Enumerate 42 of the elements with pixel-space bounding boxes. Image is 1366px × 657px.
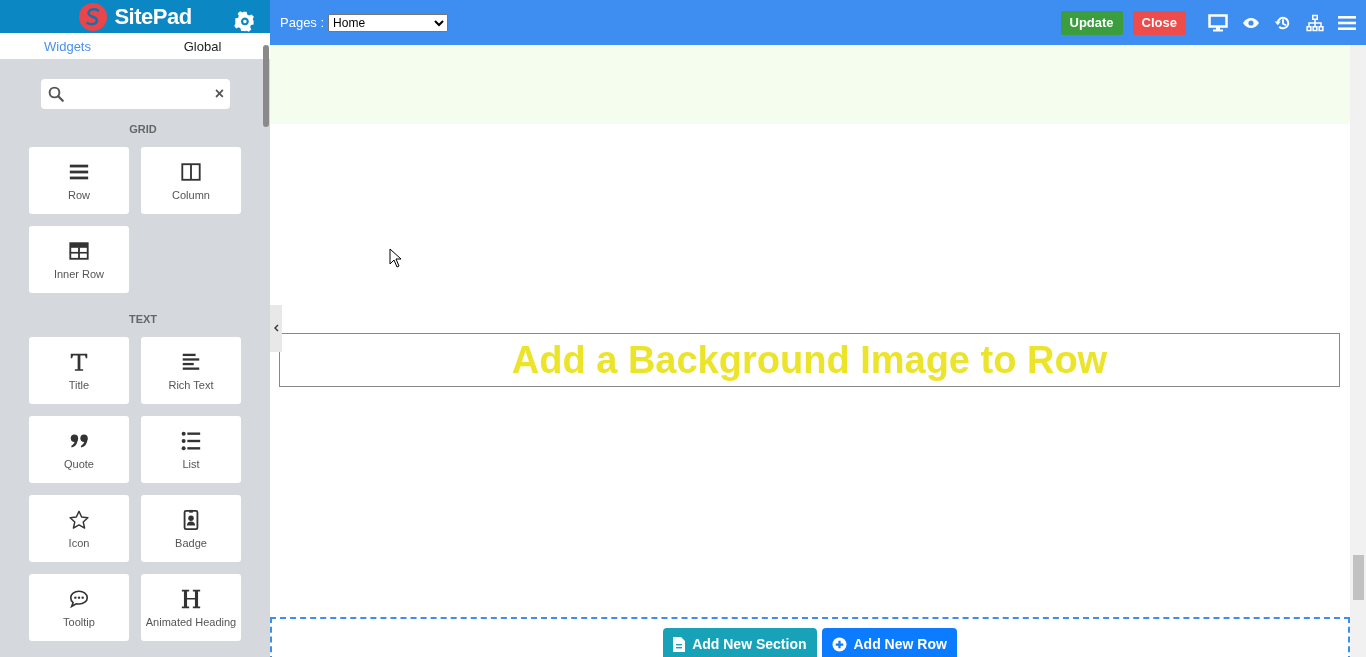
search-icon: [47, 85, 65, 103]
widget-card[interactable]: Rich Text: [141, 337, 241, 404]
widget-card[interactable]: Inner Row: [29, 226, 129, 293]
settings-icon[interactable]: [234, 11, 256, 33]
star-icon: [68, 508, 90, 531]
widget-card[interactable]: List: [141, 416, 241, 483]
group-heading: TEXT: [127, 313, 159, 325]
chevron-left-icon: [273, 324, 279, 332]
widget-card[interactable]: Animated Heading: [141, 574, 241, 641]
add-row-button[interactable]: Add New Row: [821, 628, 957, 657]
sidebar-tab[interactable]: Global: [135, 33, 270, 59]
list-icon: [180, 429, 202, 452]
plus-circle-icon: [831, 636, 847, 652]
document-icon: [673, 636, 686, 652]
menu-icon[interactable]: [1338, 14, 1356, 31]
brand-name: SitePad: [114, 3, 192, 30]
widget-card[interactable]: Column: [141, 147, 241, 214]
eye-icon[interactable]: [1242, 15, 1260, 30]
columns-icon: [180, 160, 202, 183]
widget-card[interactable]: Row: [29, 147, 129, 214]
widget-card[interactable]: Title: [29, 337, 129, 404]
clear-button[interactable]: ×: [214, 85, 224, 103]
widget-card[interactable]: Tooltip: [29, 574, 129, 641]
table-icon: [68, 239, 90, 262]
desktop-icon[interactable]: [1208, 13, 1228, 32]
serif-h-icon: [180, 587, 202, 610]
group-heading: GRID: [128, 123, 158, 135]
logo-icon: [78, 1, 109, 32]
collapse-handle[interactable]: [270, 305, 282, 352]
scrollbar-thumb[interactable]: [263, 45, 269, 127]
scrollbar[interactable]: [1350, 45, 1366, 657]
close-button[interactable]: Close: [1132, 10, 1186, 35]
pages-label: Pages :: [280, 15, 325, 30]
widget-card[interactable]: Quote: [29, 416, 129, 483]
speech-bubble-icon: [68, 587, 90, 610]
widget-card[interactable]: Badge: [141, 495, 241, 562]
widget-card[interactable]: Icon: [29, 495, 129, 562]
cursor-icon: [389, 248, 402, 268]
search-field[interactable]: ×: [41, 79, 230, 109]
row-heading: Add a Background Image to Row: [511, 338, 1108, 382]
page-select[interactable]: Home: [328, 13, 449, 32]
sitemap-icon[interactable]: [1306, 13, 1324, 32]
